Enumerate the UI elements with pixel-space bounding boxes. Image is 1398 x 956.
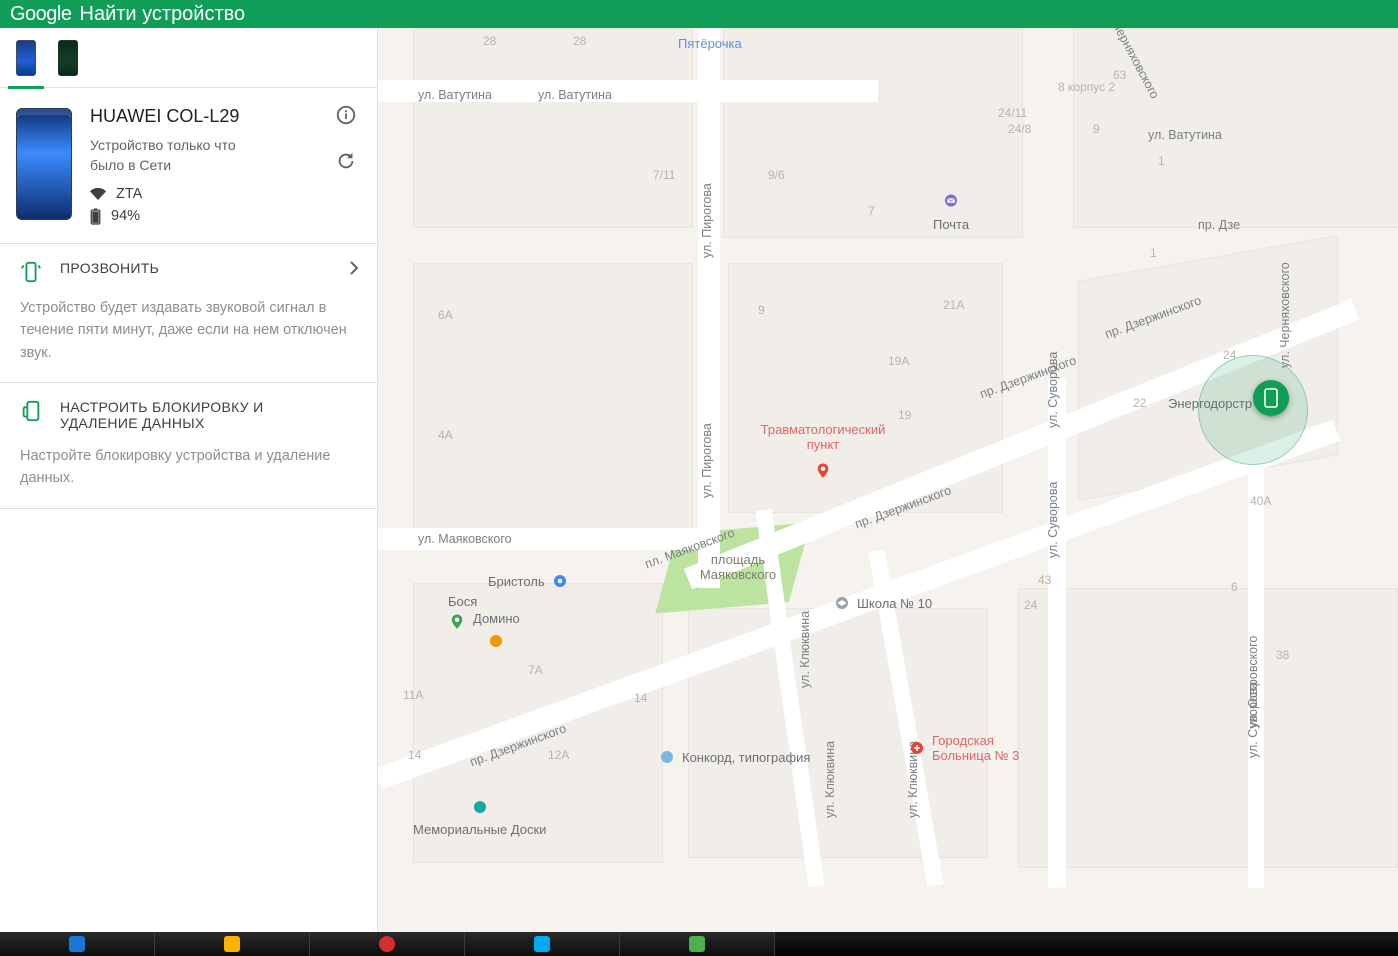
poi-mayak-square[interactable]: площадь Маяковского <box>688 552 788 582</box>
taskbar[interactable] <box>0 932 1398 956</box>
shop-pin-icon <box>551 572 569 590</box>
refresh-button[interactable] <box>335 150 357 172</box>
action-secure[interactable]: НАСТРОИТЬ БЛОКИРОВКУ И УДАЛЕНИЕ ДАННЫХ Н… <box>0 383 377 509</box>
sidebar: HUAWEI COL-L29 Устройство только что был… <box>0 28 378 932</box>
device-card: HUAWEI COL-L29 Устройство только что был… <box>0 88 377 244</box>
device-location[interactable] <box>1253 380 1289 416</box>
monument-pin-icon <box>471 798 489 816</box>
poi-hospital3[interactable]: Городская Больница № 3 <box>908 733 1032 763</box>
road <box>698 28 720 588</box>
action-secure-title: НАСТРОИТЬ БЛОКИРОВКУ И УДАЛЕНИЕ ДАННЫХ <box>60 399 340 431</box>
google-logo: Google <box>10 3 72 26</box>
device-status: Устройство только что было в Сети <box>90 135 250 176</box>
battery-level: 94% <box>111 208 140 224</box>
app-header: Google Найти устройство <box>0 0 1398 28</box>
road-label: ул. Маяковского <box>418 532 512 546</box>
place-pin-icon <box>448 613 466 631</box>
app-icon <box>224 936 240 952</box>
road-label: ул. Суворова <box>1046 482 1060 558</box>
road-label: ул. Черняховского <box>1278 262 1292 368</box>
road-label: ул. Ватутина <box>418 88 492 102</box>
wifi-name: ZTA <box>116 186 142 202</box>
road-label: ул. Клюквина <box>823 741 837 818</box>
device-tabs <box>0 28 377 88</box>
road-label: ул. Пирогова <box>700 423 714 498</box>
road-label: ул. Пирогова <box>700 183 714 258</box>
poi-pochta[interactable]: Почта <box>933 193 969 232</box>
poi-bristol[interactable]: Бристоль <box>488 572 569 590</box>
medical-pin-icon <box>814 462 832 480</box>
device-tab-0[interactable] <box>14 38 38 78</box>
lock-phone-icon <box>20 400 42 422</box>
poi-memorial[interactable]: Мемориальные Доски <box>413 798 546 837</box>
device-name: HUAWEI COL-L29 <box>90 106 361 127</box>
phone-icon <box>1264 388 1278 408</box>
taskbar-item[interactable] <box>310 932 465 956</box>
action-ring[interactable]: ПРОЗВОНИТЬ Устройство будет издавать зву… <box>0 244 377 383</box>
chevron-right-icon <box>349 260 359 276</box>
poi-school10[interactable]: Школа № 10 <box>833 594 932 612</box>
food-pin-icon <box>487 632 505 650</box>
road <box>1048 378 1066 888</box>
battery-row: 94% <box>90 208 361 225</box>
phone-icon <box>58 40 78 76</box>
poi-domino[interactable]: Домино <box>473 611 520 650</box>
poi-bosya[interactable]: Бося <box>448 594 477 609</box>
poi-pyaterochka[interactable]: Пятёрочка <box>678 36 742 51</box>
mail-pin-icon <box>942 193 960 211</box>
battery-icon <box>90 208 101 225</box>
action-secure-desc: Настройте блокировку устройства и удален… <box>20 445 357 490</box>
app-title: Найти устройство <box>80 3 246 26</box>
action-ring-desc: Устройство будет издавать звуковой сигна… <box>20 297 357 364</box>
info-button[interactable] <box>335 104 357 126</box>
taskbar-item[interactable] <box>155 932 310 956</box>
road-label: ул. Ватутина <box>538 88 612 102</box>
hospital-pin-icon <box>908 739 926 757</box>
poi-konkord[interactable]: Конкорд, типография <box>658 748 810 766</box>
app-icon <box>534 936 550 952</box>
road-label: ул. Суворова <box>1046 352 1060 428</box>
place-pin-icon <box>658 748 676 766</box>
device-pin <box>1253 380 1289 416</box>
app-icon <box>689 936 705 952</box>
app-icon <box>379 936 395 952</box>
taskbar-item[interactable] <box>465 932 620 956</box>
map-block <box>413 263 693 533</box>
ring-phone-icon <box>20 261 42 283</box>
taskbar-item[interactable] <box>620 932 775 956</box>
road-label: ул. Клюквина <box>798 611 812 688</box>
map[interactable]: ул. Ватутина ул. Ватутина ул. Ватутина у… <box>378 28 1398 932</box>
poi-pin[interactable] <box>448 613 466 631</box>
map-block <box>1073 28 1398 228</box>
school-pin-icon <box>833 594 851 612</box>
road-label: ул. Островского <box>1246 636 1260 728</box>
app-icon <box>69 936 85 952</box>
road-label: ул. Ватутина <box>1148 128 1222 142</box>
phone-icon <box>16 40 36 76</box>
accuracy-circle <box>1198 355 1308 465</box>
refresh-icon <box>335 150 357 172</box>
wifi-row: ZTA <box>90 186 361 202</box>
device-image <box>16 108 72 220</box>
map-block <box>413 28 693 228</box>
map-block <box>1018 588 1398 868</box>
info-icon <box>335 104 357 126</box>
road-label: пр. Дзе <box>1198 218 1240 232</box>
poi-travmpunkt[interactable]: Травматологический пункт <box>748 422 898 484</box>
action-ring-title: ПРОЗВОНИТЬ <box>60 260 159 276</box>
taskbar-item[interactable] <box>0 932 155 956</box>
device-tab-1[interactable] <box>56 38 80 78</box>
wifi-icon <box>90 186 106 202</box>
